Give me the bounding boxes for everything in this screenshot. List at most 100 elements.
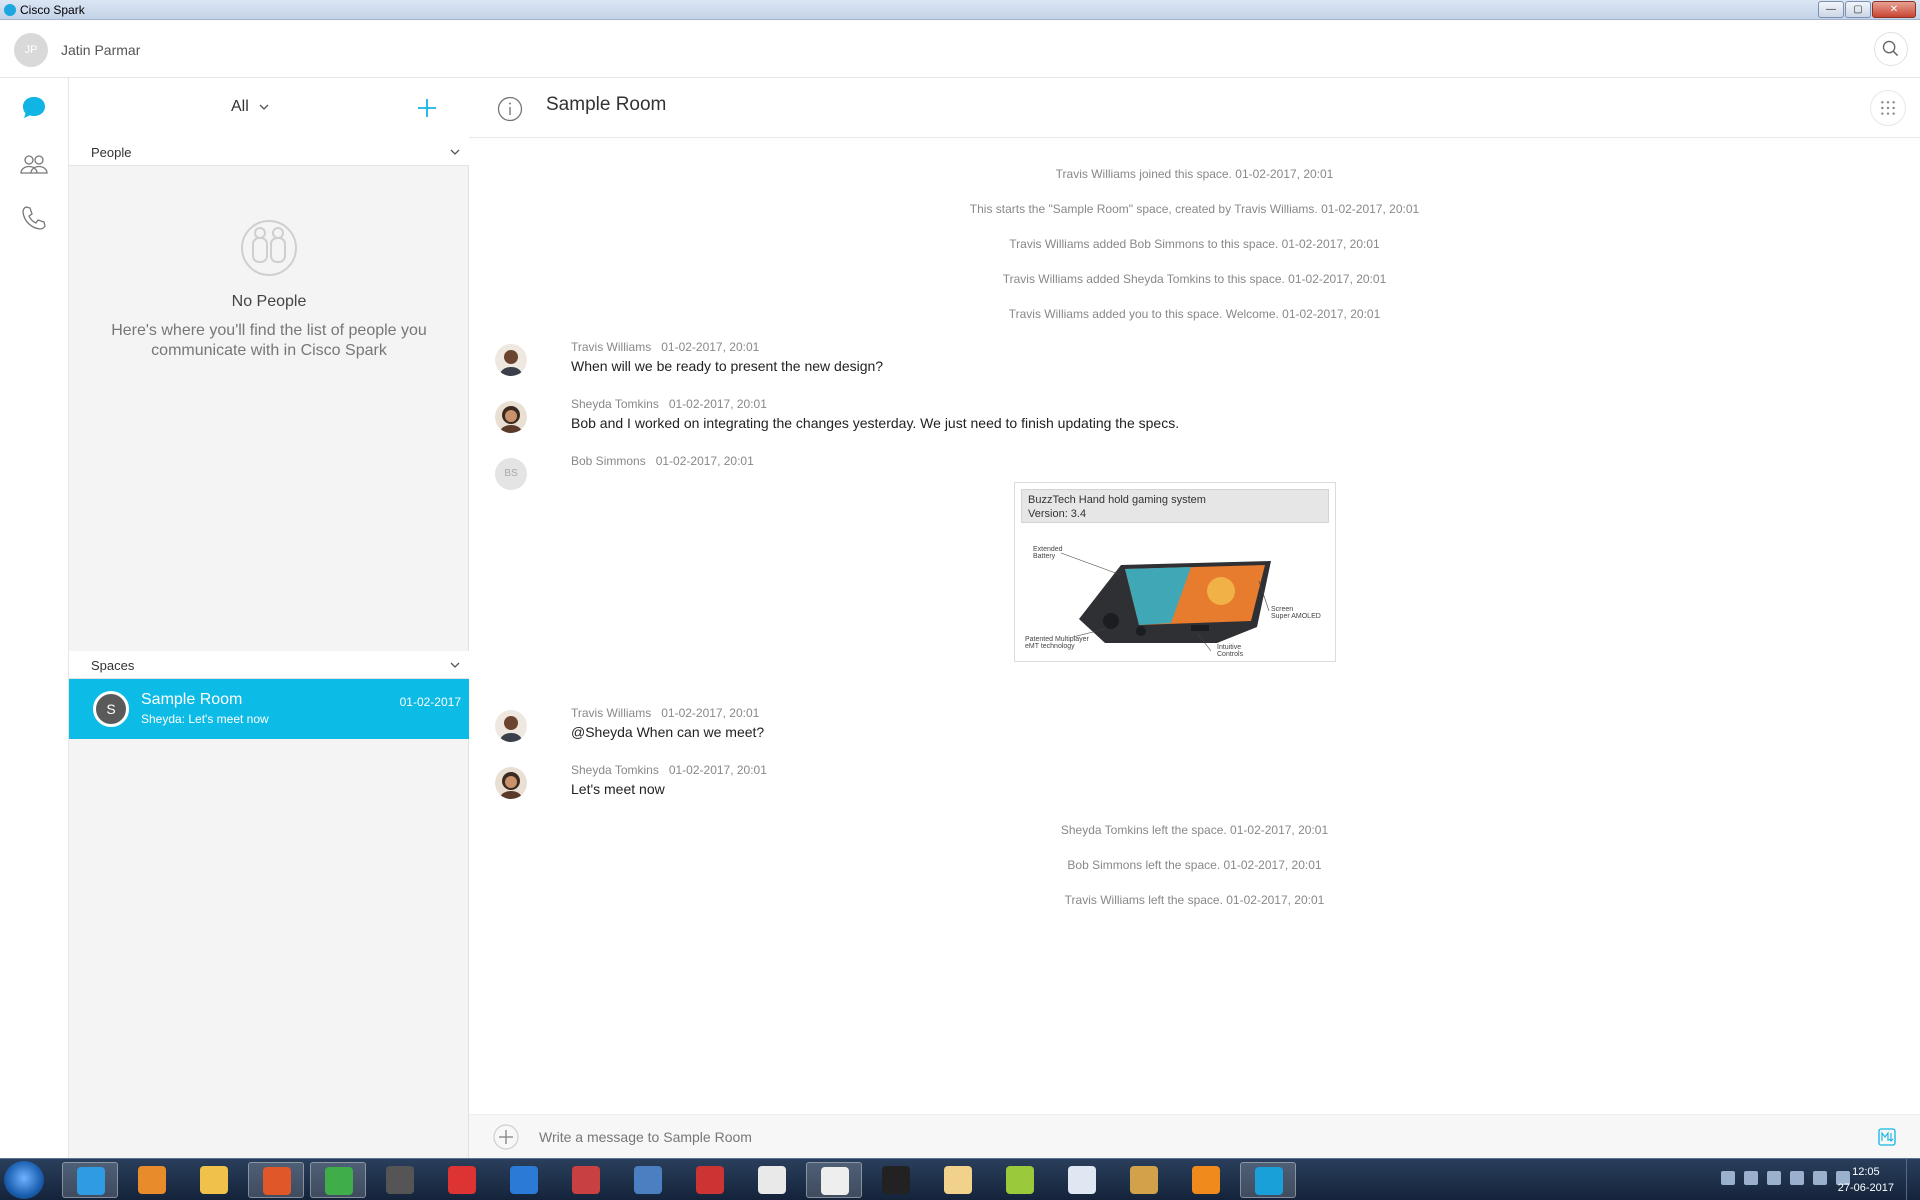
taskbar-app-17-icon[interactable] [1054, 1162, 1110, 1198]
avatar[interactable] [495, 710, 527, 742]
app-15-icon [944, 1166, 972, 1194]
add-icon[interactable] [414, 95, 440, 121]
minimize-button[interactable]: — [1818, 1, 1844, 18]
taskbar-app-16-icon[interactable] [992, 1162, 1048, 1198]
people-section-header[interactable]: People [69, 138, 469, 166]
media-player-icon [138, 1166, 166, 1194]
message-text: Bob and I worked on integrating the chan… [571, 415, 1180, 431]
app-19-icon [1192, 1166, 1220, 1194]
show-desktop-button[interactable] [1906, 1159, 1920, 1200]
title-bar: Cisco Spark — ▢ ✕ [0, 0, 1920, 20]
action-center-flag-icon[interactable] [1767, 1171, 1781, 1185]
taskbar-app-10-icon[interactable] [620, 1162, 676, 1198]
chevron-down-icon [450, 662, 460, 668]
info-icon[interactable] [497, 96, 523, 122]
windows-taskbar: 12:05 27-06-2017 [0, 1158, 1920, 1200]
message-author[interactable]: Bob Simmons [571, 454, 646, 468]
taskbar-app-7-icon[interactable] [434, 1162, 490, 1198]
taskbar-media-player-icon[interactable] [124, 1162, 180, 1198]
message-author[interactable]: Travis Williams [571, 340, 651, 354]
callout-label: Extended [1033, 546, 1063, 553]
clock-date: 27-06-2017 [1837, 1182, 1894, 1194]
taskbar-app-11-icon[interactable] [682, 1162, 738, 1198]
callout-label: Patented Multiplayer [1025, 636, 1089, 643]
taskbar-internet-explorer-icon[interactable] [62, 1162, 118, 1198]
taskbar-app-12-icon[interactable] [744, 1162, 800, 1198]
device-diagram: Extended Battery Screen Super AMOLED Pat… [1025, 546, 1321, 658]
message-composer [469, 1114, 1920, 1158]
app-17-icon [1068, 1166, 1096, 1194]
chevron-down-icon [259, 104, 269, 110]
taskbar-app-9-icon[interactable] [558, 1162, 614, 1198]
taskbar-file-explorer-icon[interactable] [186, 1162, 242, 1198]
taskbar-clock[interactable]: 12:05 27-06-2017 [1838, 1164, 1894, 1196]
taskbar-app-6-icon[interactable] [372, 1162, 428, 1198]
close-button[interactable]: ✕ [1872, 1, 1916, 18]
cisco-spark-icon [1255, 1167, 1283, 1195]
conversation-list-panel: All People No People Here's where you'll… [69, 78, 469, 1158]
message-input[interactable] [539, 1123, 1839, 1151]
people-section-label: People [91, 145, 132, 160]
sync-icon[interactable] [1790, 1171, 1804, 1185]
messages-icon[interactable] [18, 92, 50, 124]
teams-icon[interactable] [18, 148, 50, 180]
callout-label: Battery [1033, 553, 1056, 560]
windows-start-icon[interactable] [4, 1161, 44, 1199]
conversation-header: Sample Room [469, 78, 1920, 138]
callout-label: Intuitive [1217, 644, 1241, 651]
taskbar-firefox-icon[interactable] [248, 1162, 304, 1198]
attachment-caption: BuzzTech Hand hold gaming system Version… [1021, 489, 1329, 523]
message-author[interactable]: Sheyda Tomkins [571, 763, 659, 777]
taskbar-app-19-icon[interactable] [1178, 1162, 1234, 1198]
space-list-item[interactable]: S Sample Room Sheyda: Let's meet now 01-… [69, 679, 469, 739]
apps-grid-icon[interactable] [1870, 90, 1906, 126]
taskbar-cisco-spark-icon[interactable] [1240, 1162, 1296, 1198]
network-icon[interactable] [1813, 1171, 1827, 1185]
app-16-icon [1006, 1166, 1034, 1194]
message-author[interactable]: Travis Williams [571, 706, 651, 720]
file-explorer-icon [200, 1166, 228, 1194]
taskbar-chrome-icon[interactable] [310, 1162, 366, 1198]
markdown-icon[interactable] [1878, 1128, 1896, 1146]
filter-dropdown[interactable]: All [231, 98, 269, 116]
app-6-icon [386, 1166, 414, 1194]
taskbar-app-18-icon[interactable] [1116, 1162, 1172, 1198]
message-text: @Sheyda When can we meet? [571, 724, 765, 740]
space-name: Sample Room [141, 691, 243, 708]
app-9-icon [572, 1166, 600, 1194]
calls-icon[interactable] [18, 202, 50, 234]
space-avatar: S [93, 691, 129, 727]
message-author[interactable]: Sheyda Tomkins [571, 397, 659, 411]
keyboard-icon[interactable] [1721, 1171, 1735, 1185]
avatar[interactable]: BS [495, 458, 527, 490]
clock-time: 12:05 [1852, 1166, 1880, 1178]
taskbar-app-13-icon[interactable] [806, 1162, 862, 1198]
show-hidden-icons-icon[interactable] [1744, 1171, 1758, 1185]
attach-plus-icon[interactable] [493, 1124, 519, 1150]
user-avatar[interactable]: JP [14, 33, 48, 67]
spaces-section-header[interactable]: Spaces [69, 651, 469, 679]
callout-label: Controls [1217, 651, 1244, 658]
system-message: Travis Williams left the space. 01-02-20… [1064, 893, 1325, 907]
search-icon[interactable] [1874, 32, 1908, 66]
system-message: Sheyda Tomkins left the space. 01-02-201… [1060, 823, 1329, 837]
firefox-icon [263, 1167, 291, 1195]
avatar[interactable] [495, 401, 527, 433]
maximize-button[interactable]: ▢ [1845, 1, 1871, 18]
image-attachment[interactable]: BuzzTech Hand hold gaming system Version… [1014, 482, 1336, 662]
message-time: 01-02-2017, 20:01 [668, 763, 767, 777]
avatar[interactable] [495, 344, 527, 376]
people-empty-state: No People Here's where you'll find the l… [69, 218, 469, 361]
message-time: 01-02-2017, 20:01 [668, 397, 767, 411]
avatar[interactable] [495, 767, 527, 799]
taskbar-app-14-icon[interactable] [868, 1162, 924, 1198]
list-header: All [69, 78, 469, 138]
app-10-icon [634, 1166, 662, 1194]
callout-label: Screen [1271, 606, 1293, 613]
taskbar-app-15-icon[interactable] [930, 1162, 986, 1198]
app-14-icon [882, 1166, 910, 1194]
user-name[interactable]: Jatin Parmar [61, 42, 140, 58]
cisco-spark-app-icon [4, 4, 16, 16]
taskbar-app-8-icon[interactable] [496, 1162, 552, 1198]
app-8-icon [510, 1166, 538, 1194]
